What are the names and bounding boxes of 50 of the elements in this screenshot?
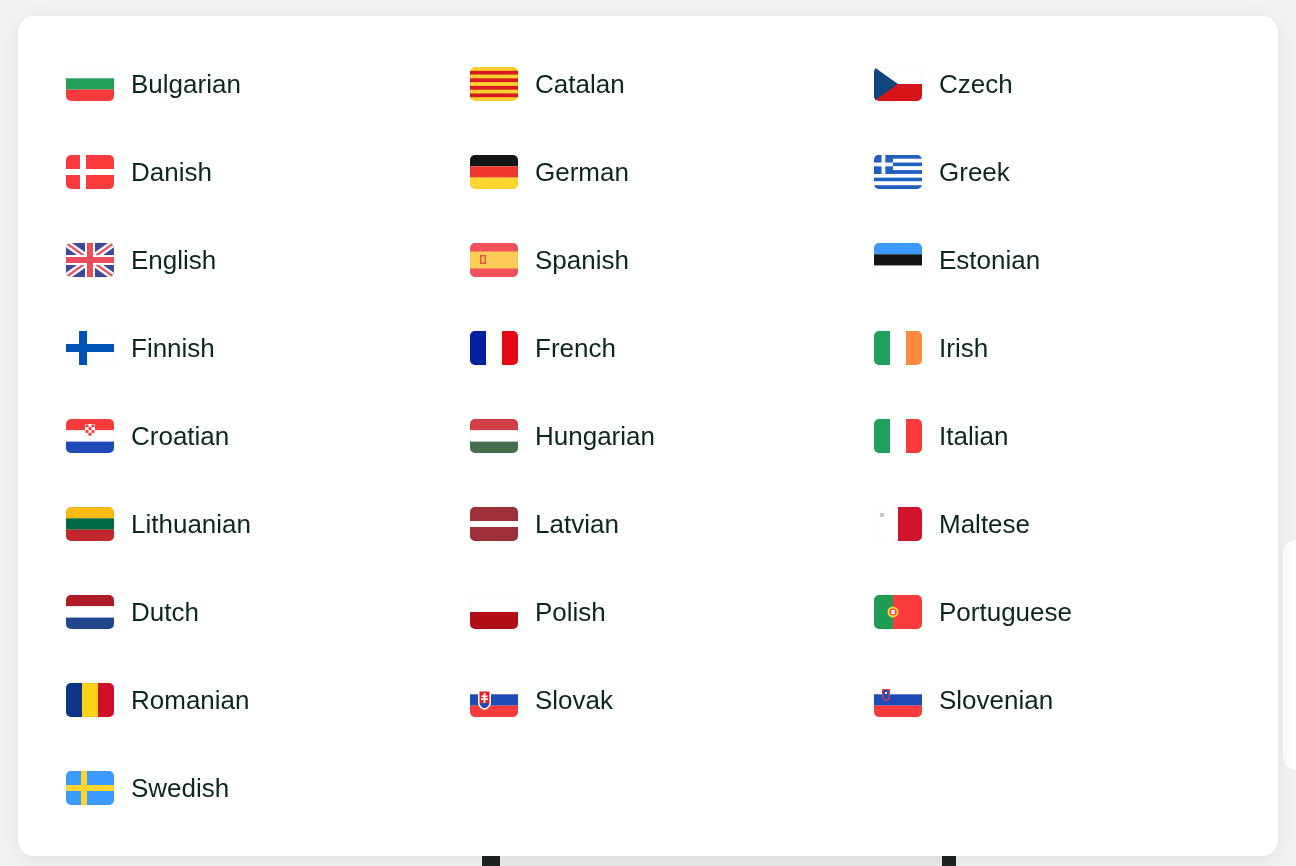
- language-option[interactable]: Spanish: [470, 234, 629, 286]
- flag-icon: [874, 331, 922, 365]
- flag-icon: [66, 67, 114, 101]
- language-option[interactable]: Polish: [470, 586, 606, 638]
- flag-icon: [66, 331, 114, 365]
- flag-icon: [874, 243, 922, 277]
- language-option[interactable]: Danish: [66, 146, 212, 198]
- flag-icon: [470, 419, 518, 453]
- flag-icon: [66, 771, 114, 805]
- flag-icon: [66, 243, 114, 277]
- flag-icon: [470, 507, 518, 541]
- language-option[interactable]: Bulgarian: [66, 58, 241, 110]
- flag-icon: [874, 419, 922, 453]
- language-option[interactable]: Slovak: [470, 674, 614, 726]
- language-option[interactable]: Estonian: [874, 234, 1041, 286]
- language-option[interactable]: Maltese: [874, 498, 1031, 550]
- flag-icon: [66, 683, 114, 717]
- language-option[interactable]: Italian: [874, 410, 1009, 462]
- language-option[interactable]: Lithuanian: [66, 498, 251, 550]
- language-option[interactable]: Finnish: [66, 322, 215, 374]
- flag-icon: [470, 595, 518, 629]
- flag-icon: [470, 331, 518, 365]
- flag-icon: [874, 67, 922, 101]
- flag-icon: [874, 507, 922, 541]
- language-option[interactable]: Greek: [874, 146, 1010, 198]
- language-option[interactable]: Czech: [874, 58, 1013, 110]
- language-option[interactable]: German: [470, 146, 629, 198]
- language-option[interactable]: Dutch: [66, 586, 199, 638]
- language-option[interactable]: Catalan: [470, 58, 625, 110]
- language-option[interactable]: Romanian: [66, 674, 250, 726]
- flag-icon: [66, 419, 114, 453]
- flag-icon: [470, 67, 518, 101]
- flag-icon: [874, 683, 922, 717]
- flag-icon: [874, 155, 922, 189]
- flag-icon: [874, 595, 922, 629]
- language-option[interactable]: French: [470, 322, 616, 374]
- flag-icon: [470, 155, 518, 189]
- language-option[interactable]: Slovenian: [874, 674, 1054, 726]
- language-option[interactable]: Irish: [874, 322, 989, 374]
- language-option[interactable]: English: [66, 234, 217, 286]
- flag-icon: [66, 507, 114, 541]
- flag-icon: [470, 243, 518, 277]
- flag-icon: [66, 155, 114, 189]
- flag-icon: [470, 683, 518, 717]
- language-option[interactable]: Latvian: [470, 498, 619, 550]
- flag-icon: [66, 595, 114, 629]
- language-option[interactable]: Hungarian: [470, 410, 655, 462]
- language-option[interactable]: Portuguese: [874, 586, 1072, 638]
- language-option[interactable]: Swedish: [66, 762, 230, 814]
- language-option[interactable]: Croatian: [66, 410, 230, 462]
